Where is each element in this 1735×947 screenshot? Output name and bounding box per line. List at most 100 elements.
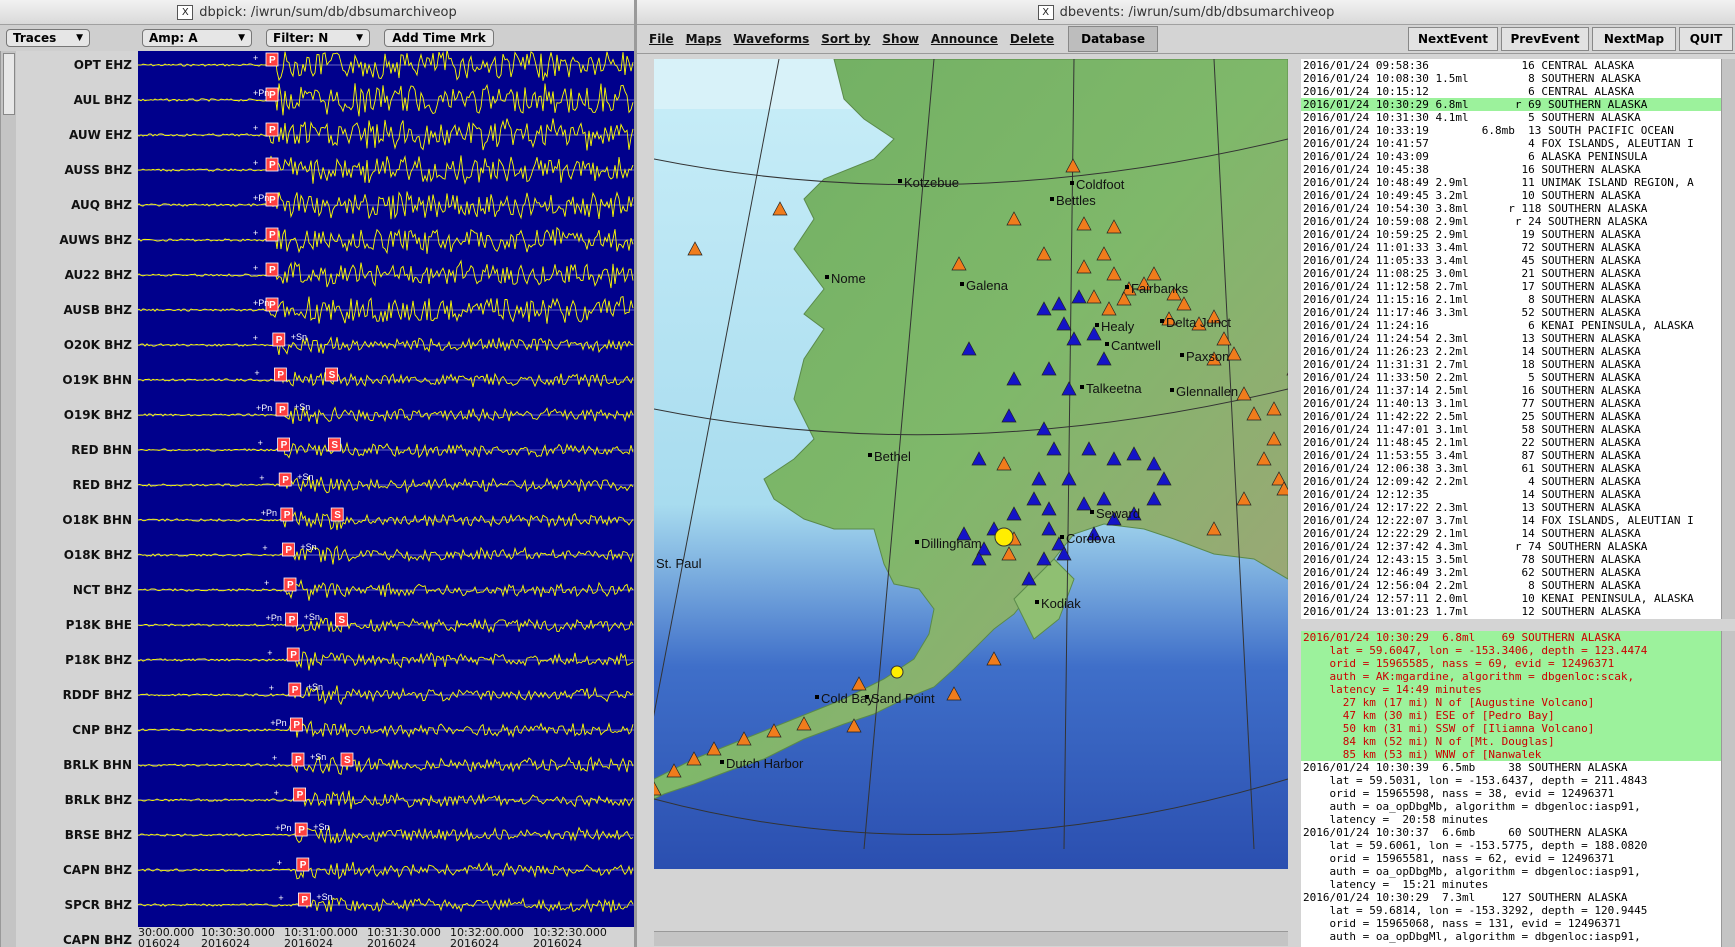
menu-file[interactable]: File (649, 32, 674, 46)
phase-tag: + (267, 648, 272, 658)
town-marker (1105, 342, 1109, 346)
channel-label[interactable]: AUSS BHZ (65, 162, 132, 178)
event-row[interactable]: 2016/01/24 11:31:31 2.7ml 18 SOUTHERN AL… (1301, 358, 1735, 371)
event-row[interactable]: 2016/01/24 11:26:23 2.2ml 14 SOUTHERN AL… (1301, 345, 1735, 358)
channel-label[interactable]: AUL BHZ (74, 92, 132, 108)
menu-waveforms[interactable]: Waveforms (733, 32, 809, 46)
detail-scrollbar[interactable] (1721, 631, 1735, 947)
channel-label[interactable]: RED BHN (71, 442, 132, 458)
event-row[interactable]: 2016/01/24 12:22:29 2.1ml 14 SOUTHERN AL… (1301, 527, 1735, 540)
event-row[interactable]: 2016/01/24 10:30:29 6.8ml r 69 SOUTHERN … (1301, 98, 1735, 111)
event-row[interactable]: 2016/01/24 11:12:58 2.7ml 17 SOUTHERN AL… (1301, 280, 1735, 293)
event-row[interactable]: 2016/01/24 12:09:42 2.2ml 4 SOUTHERN ALA… (1301, 475, 1735, 488)
amp-menu-button[interactable]: Amp: A ▼ (142, 29, 252, 47)
channel-label[interactable]: CAPN BHZ (63, 862, 132, 878)
event-row[interactable]: 2016/01/24 12:43:15 3.5ml 78 SOUTHERN AL… (1301, 553, 1735, 566)
event-row[interactable]: 2016/01/24 10:59:25 2.9ml 19 SOUTHERN AL… (1301, 228, 1735, 241)
event-row[interactable]: 2016/01/24 11:37:14 2.5ml 16 SOUTHERN AL… (1301, 384, 1735, 397)
channel-label[interactable]: AUW EHZ (69, 127, 132, 143)
epicenter-marker[interactable] (994, 527, 1014, 547)
event-row[interactable]: 2016/01/24 11:17:46 3.3ml 52 SOUTHERN AL… (1301, 306, 1735, 319)
map-hscroll[interactable] (654, 931, 1288, 946)
quit-button[interactable]: QUIT (1679, 27, 1733, 51)
prev-event-button[interactable]: PrevEvent (1501, 27, 1589, 51)
event-row[interactable]: 2016/01/24 12:17:22 2.3ml 13 SOUTHERN AL… (1301, 501, 1735, 514)
detail-line: lat = 59.6061, lon = -153.5775, depth = … (1303, 839, 1648, 852)
event-row[interactable]: 2016/01/24 11:01:33 3.4ml 72 SOUTHERN AL… (1301, 241, 1735, 254)
event-list-scrollbar[interactable] (1721, 59, 1735, 619)
event-row[interactable]: 2016/01/24 10:15:12 6 CENTRAL ALASKA (1301, 85, 1735, 98)
event-row[interactable]: 2016/01/24 09:58:36 16 CENTRAL ALASKA (1301, 59, 1735, 72)
event-marker[interactable] (890, 665, 904, 679)
event-row[interactable]: 2016/01/24 11:15:16 2.1ml 8 SOUTHERN ALA… (1301, 293, 1735, 306)
event-row[interactable]: 2016/01/24 10:54:30 3.8ml r 118 SOUTHERN… (1301, 202, 1735, 215)
channel-label[interactable]: O19K BHZ (64, 407, 132, 423)
menu-announce[interactable]: Announce (931, 32, 998, 46)
menu-show[interactable]: Show (882, 32, 919, 46)
event-row[interactable]: 2016/01/24 11:40:13 3.1ml 77 SOUTHERN AL… (1301, 397, 1735, 410)
channel-label[interactable]: O18K BHN (62, 512, 132, 528)
event-row[interactable]: 2016/01/24 10:08:30 1.5ml 8 SOUTHERN ALA… (1301, 72, 1735, 85)
event-row[interactable]: 2016/01/24 10:33:19 6.8mb 13 SOUTH PACIF… (1301, 124, 1735, 137)
channel-label[interactable]: O19K BHN (62, 372, 132, 388)
event-row[interactable]: 2016/01/24 12:12:35 14 SOUTHERN ALASKA (1301, 488, 1735, 501)
event-list[interactable]: 2016/01/24 09:58:36 16 CENTRAL ALASKA 201… (1301, 59, 1735, 619)
event-row[interactable]: 2016/01/24 11:53:55 3.4ml 87 SOUTHERN AL… (1301, 449, 1735, 462)
channel-label[interactable]: AUWS BHZ (59, 232, 132, 248)
event-row[interactable]: 2016/01/24 10:59:08 2.9ml r 24 SOUTHERN … (1301, 215, 1735, 228)
next-event-button[interactable]: NextEvent (1408, 27, 1498, 51)
next-map-button[interactable]: NextMap (1592, 27, 1676, 51)
event-row[interactable]: 2016/01/24 11:08:25 3.0ml 21 SOUTHERN AL… (1301, 267, 1735, 280)
channel-label[interactable]: CAPN BHZ (63, 932, 132, 947)
channel-label[interactable]: OPT EHZ (74, 57, 132, 73)
event-row[interactable]: 2016/01/24 10:49:45 3.2ml 10 SOUTHERN AL… (1301, 189, 1735, 202)
event-row[interactable]: 2016/01/24 10:45:38 16 SOUTHERN ALASKA (1301, 163, 1735, 176)
channel-label[interactable]: AUSB BHZ (63, 302, 132, 318)
trace-scrollbar[interactable] (0, 51, 16, 947)
filter-menu-button[interactable]: Filter: N ▼ (266, 29, 370, 47)
channel-label[interactable]: P18K BHE (66, 617, 132, 633)
event-row[interactable]: 2016/01/24 10:48:49 2.9ml 11 UNIMAK ISLA… (1301, 176, 1735, 189)
menu-maps[interactable]: Maps (686, 32, 722, 46)
event-row[interactable]: 2016/01/24 12:22:07 3.7ml 14 FOX ISLANDS… (1301, 514, 1735, 527)
event-row[interactable]: 2016/01/24 10:43:09 6 ALASKA PENINSULA (1301, 150, 1735, 163)
channel-label[interactable]: RDDF BHZ (63, 687, 132, 703)
p-pick-label: P (269, 195, 276, 206)
add-time-mark-button[interactable]: Add Time Mrk (384, 29, 494, 47)
event-row[interactable]: 2016/01/24 11:42:22 2.5ml 25 SOUTHERN AL… (1301, 410, 1735, 423)
detail-highlight-line: 47 km (30 mi) ESE of [Pedro Bay] (1301, 709, 1735, 722)
event-row[interactable]: 2016/01/24 10:31:30 4.1ml 5 SOUTHERN ALA… (1301, 111, 1735, 124)
event-row[interactable]: 2016/01/24 13:01:23 1.7ml 12 SOUTHERN AL… (1301, 605, 1735, 618)
waveform-panel[interactable]: P + P +Pn P + P + P +Pn P + P + P +Pn P + +Sn P S + P +Pn +Sn P S +… (138, 51, 634, 927)
scrollbar-thumb[interactable] (3, 53, 15, 115)
alaska-map[interactable]: Kotzebue Coldfoot Bettles Nome Galena Fairban… (654, 59, 1288, 869)
channel-label[interactable]: BRSE BHZ (65, 827, 132, 843)
event-row[interactable]: 2016/01/24 12:06:38 3.3ml 61 SOUTHERN AL… (1301, 462, 1735, 475)
database-button[interactable]: Database (1068, 26, 1158, 52)
channel-label[interactable]: CNP BHZ (72, 722, 132, 738)
event-row[interactable]: 2016/01/24 12:37:42 4.3ml r 74 SOUTHERN … (1301, 540, 1735, 553)
channel-label[interactable]: RED BHZ (73, 477, 132, 493)
channel-label[interactable]: BRLK BHZ (65, 792, 132, 808)
menu-sort-by[interactable]: Sort by (821, 32, 870, 46)
channel-label[interactable]: P18K BHZ (65, 652, 132, 668)
event-row[interactable]: 2016/01/24 10:41:57 4 FOX ISLANDS, ALEUT… (1301, 137, 1735, 150)
channel-label[interactable]: AUQ BHZ (71, 197, 132, 213)
event-row[interactable]: 2016/01/24 12:57:11 2.0ml 10 KENAI PENIN… (1301, 592, 1735, 605)
event-row[interactable]: 2016/01/24 11:47:01 3.1ml 58 SOUTHERN AL… (1301, 423, 1735, 436)
channel-label[interactable]: BRLK BHN (63, 757, 132, 773)
event-row[interactable]: 2016/01/24 11:24:54 2.3ml 13 SOUTHERN AL… (1301, 332, 1735, 345)
event-row[interactable]: 2016/01/24 12:46:49 3.2ml 62 SOUTHERN AL… (1301, 566, 1735, 579)
event-row[interactable]: 2016/01/24 11:33:50 2.2ml 5 SOUTHERN ALA… (1301, 371, 1735, 384)
channel-label[interactable]: O20K BHZ (64, 337, 132, 353)
channel-label[interactable]: AU22 BHZ (65, 267, 132, 283)
event-row[interactable]: 2016/01/24 11:05:33 3.4ml 45 SOUTHERN AL… (1301, 254, 1735, 267)
traces-menu-button[interactable]: Traces ▼ (6, 29, 90, 47)
event-row[interactable]: 2016/01/24 12:56:04 2.2ml 8 SOUTHERN ALA… (1301, 579, 1735, 592)
channel-label[interactable]: SPCR BHZ (64, 897, 132, 913)
menu-delete[interactable]: Delete (1010, 32, 1054, 46)
channel-label[interactable]: O18K BHZ (64, 547, 132, 563)
channel-label[interactable]: NCT BHZ (73, 582, 132, 598)
event-row[interactable]: 2016/01/24 11:48:45 2.1ml 22 SOUTHERN AL… (1301, 436, 1735, 449)
event-row[interactable]: 2016/01/24 11:24:16 6 KENAI PENINSULA, A… (1301, 319, 1735, 332)
